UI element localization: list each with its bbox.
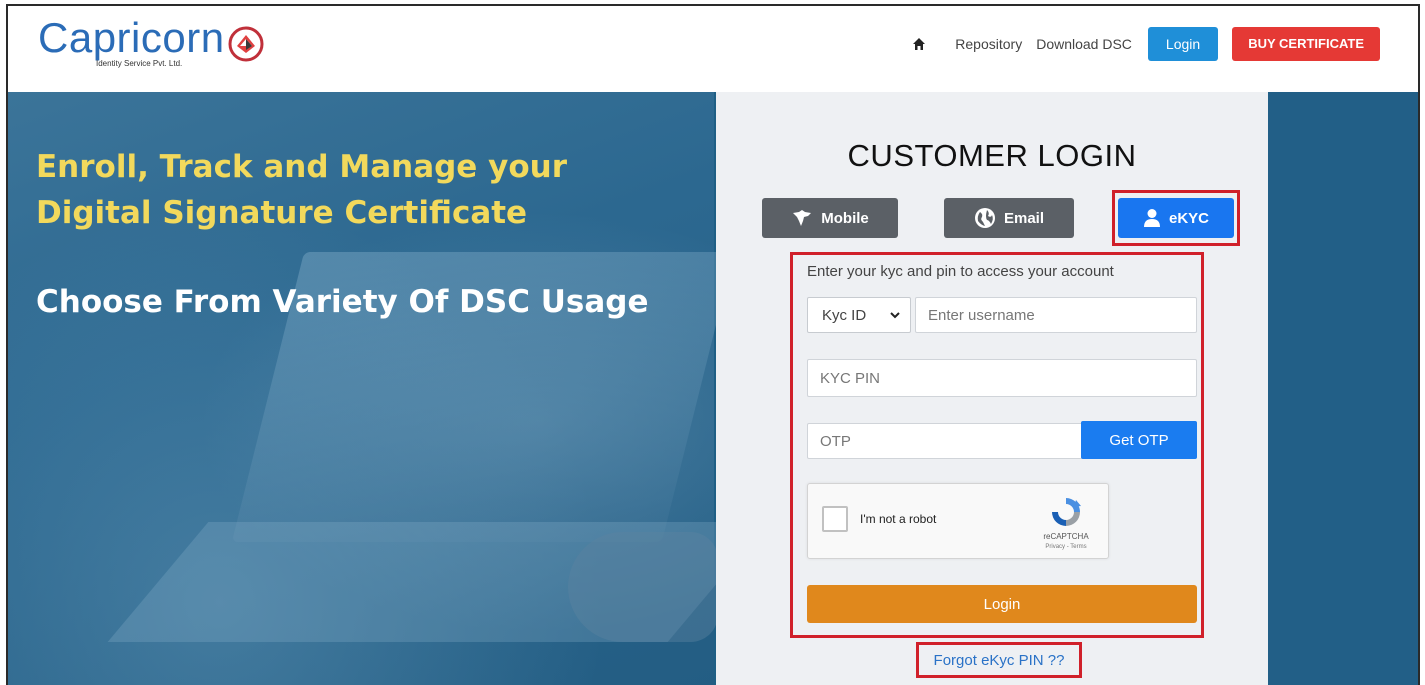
recaptcha-checkbox[interactable] — [822, 506, 848, 532]
recaptcha-icon — [1052, 498, 1081, 526]
chevron-down-icon — [890, 312, 900, 319]
home-icon[interactable] — [909, 34, 929, 54]
ekyc-form-highlight-box: Enter your kyc and pin to access your ac… — [790, 252, 1204, 638]
logo-wordmark: Capricorn — [38, 14, 225, 61]
buy-certificate-button[interactable]: BUY CERTIFICATE — [1232, 27, 1380, 61]
recaptcha-terms-link[interactable]: Privacy - Terms — [1030, 544, 1102, 550]
forgot-ekyc-pin-link[interactable]: Forgot eKyc PIN ?? — [916, 642, 1082, 678]
tab-email-label: Email — [1003, 209, 1045, 227]
recaptcha-label: I'm not a robot — [860, 512, 937, 526]
tab-email[interactable]: Email — [944, 198, 1074, 238]
hand-illustration — [568, 532, 718, 642]
tab-mobile[interactable]: Mobile — [762, 198, 898, 238]
username-input[interactable]: Enter username — [915, 297, 1197, 333]
hero-right-strip — [1268, 92, 1418, 685]
otp-placeholder: OTP — [820, 432, 851, 450]
tab-mobile-label: Mobile — [821, 209, 869, 227]
kyc-pin-placeholder: KYC PIN — [820, 369, 881, 387]
login-submit-button[interactable]: Login — [807, 585, 1197, 623]
nav-login-button[interactable]: Login — [1147, 27, 1219, 61]
hero-section: Enroll, Track and Manage your Digital Si… — [8, 92, 1418, 685]
nav-repository-link[interactable]: Repository — [955, 36, 1022, 52]
form-hint: Enter your kyc and pin to access your ac… — [807, 263, 1114, 280]
user-icon — [1143, 209, 1160, 227]
tab-ekyc[interactable]: eKYC — [1118, 198, 1234, 238]
customer-login-panel: CUSTOMER LOGIN Mobile Email eKYC Enter y… — [716, 92, 1268, 685]
globe-icon — [974, 208, 995, 228]
get-otp-button[interactable]: Get OTP — [1081, 421, 1197, 459]
recaptcha-brand: reCAPTCHA — [1043, 532, 1089, 541]
id-type-select[interactable]: Kyc ID — [807, 297, 911, 333]
logo-mark-icon — [228, 26, 264, 62]
logo-subtitle: Identity Service Pvt. Ltd. — [96, 59, 183, 68]
kyc-pin-input[interactable]: KYC PIN — [807, 359, 1197, 397]
hero-background-image: Enroll, Track and Manage your Digital Si… — [8, 92, 769, 685]
nav-download-dsc-link[interactable]: Download DSC — [1036, 36, 1132, 52]
id-type-selected-value: Kyc ID — [822, 306, 867, 324]
logo[interactable]: Capricorn Identity Service Pvt. Ltd. — [38, 14, 264, 68]
tab-ekyc-label: eKYC — [1168, 209, 1209, 227]
otp-input[interactable]: OTP — [807, 423, 1083, 459]
hero-subheadline: Choose From Variety Of DSC Usage — [36, 284, 649, 320]
hero-headline: Enroll, Track and Manage your Digital Si… — [36, 149, 567, 231]
browser-frame: Capricorn Identity Service Pvt. Ltd. Rep… — [6, 4, 1420, 685]
recaptcha-widget: I'm not a robot reCAPTCHA Privacy - Term… — [807, 483, 1109, 559]
username-placeholder: Enter username — [928, 306, 1035, 324]
india-map-icon — [793, 210, 812, 226]
top-nav: Repository Download DSC Login BUY CERTIF… — [909, 26, 1380, 62]
panel-title: CUSTOMER LOGIN — [847, 138, 1137, 173]
site-header: Capricorn Identity Service Pvt. Ltd. Rep… — [8, 6, 1418, 92]
